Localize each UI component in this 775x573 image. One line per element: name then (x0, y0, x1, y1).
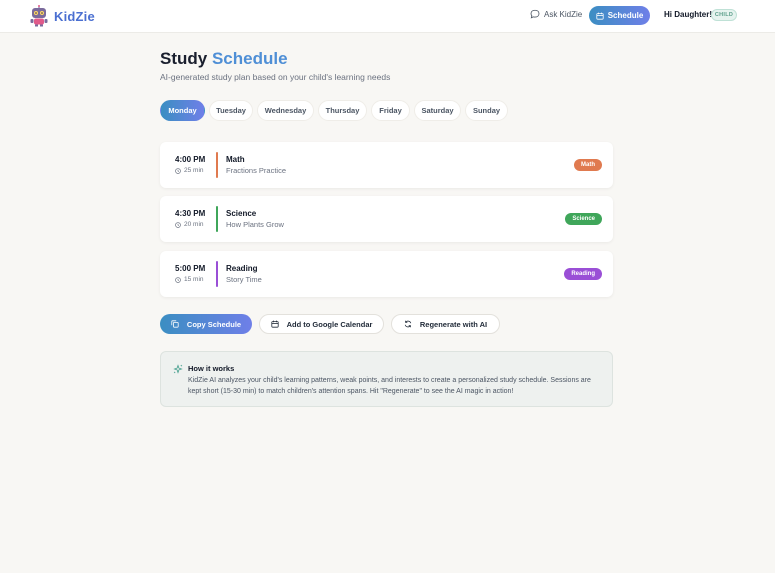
session-time: 4:00 PM (175, 155, 206, 164)
regenerate-with-ai-label: Regenerate with AI (419, 319, 488, 329)
tab-wednesday[interactable]: Wednesday (257, 100, 314, 121)
clock-icon (175, 167, 181, 174)
copy-icon (171, 320, 179, 328)
page-title-main: Study (160, 49, 208, 68)
refresh-icon (404, 320, 412, 328)
brand-name: KidZie (54, 8, 95, 24)
copy-schedule-label: Copy Schedule (186, 319, 242, 329)
user-greeting: Hi Daughter! (664, 10, 712, 19)
regenerate-with-ai-button[interactable]: Regenerate with AI (391, 314, 500, 334)
tab-thursday[interactable]: Thursday (318, 100, 367, 121)
add-to-google-calendar-label: Add to Google Calendar (286, 319, 373, 329)
subject-color-bar (216, 261, 218, 287)
robot-logo-icon (30, 5, 48, 27)
chat-bubble-icon (530, 9, 540, 19)
calendar-icon (270, 320, 279, 328)
sparkles-icon (173, 364, 183, 374)
tab-sunday[interactable]: Sunday (465, 100, 508, 121)
how-it-works-panel: How it works KidZie AI analyzes your chi… (160, 351, 613, 407)
session-subject: Math (226, 155, 245, 164)
schedule-nav-label: Schedule (607, 11, 644, 20)
subject-color-bar (216, 152, 218, 178)
session-duration-label: 25 min (184, 167, 204, 174)
how-it-works-body: KidZie AI analyzes your child's learning… (188, 377, 591, 395)
ask-kidzie-label: Ask KidZie (544, 9, 583, 19)
calendar-icon (596, 12, 604, 20)
tab-tuesday[interactable]: Tuesday (209, 100, 253, 121)
ask-kidzie-link[interactable]: Ask KidZie (530, 9, 582, 19)
tab-monday[interactable]: Monday (160, 100, 205, 121)
session-topic: Fractions Practice (226, 166, 287, 175)
session-subject: Science (226, 209, 257, 218)
tab-friday[interactable]: Friday (371, 100, 410, 121)
subject-tag: Science (565, 213, 602, 225)
clock-icon (175, 276, 181, 283)
copy-schedule-button[interactable]: Copy Schedule (160, 314, 252, 334)
session-time: 5:00 PM (175, 264, 206, 273)
session-time: 4:30 PM (175, 209, 206, 218)
session-subject: Reading (226, 264, 258, 273)
tab-saturday[interactable]: Saturday (414, 100, 461, 121)
session-card-science[interactable]: 4:30 PM 20 min Science How Plants Grow S… (160, 196, 613, 242)
page-title-accent: Schedule (211, 49, 288, 68)
session-card-reading[interactable]: 5:00 PM 15 min Reading Story Time Readin… (160, 251, 613, 297)
session-topic: How Plants Grow (226, 220, 284, 229)
schedule-nav-button[interactable]: Schedule (589, 6, 650, 25)
session-duration: 20 min (175, 221, 204, 228)
session-duration: 15 min (175, 276, 204, 283)
session-duration-label: 20 min (184, 221, 204, 228)
session-card-math[interactable]: 4:00 PM 25 min Math Fractions Practice M… (160, 142, 613, 188)
page-subtitle: AI-generated study plan based on your ch… (160, 72, 391, 82)
brand-home-link[interactable]: KidZie (30, 5, 95, 27)
session-duration-label: 15 min (184, 276, 204, 283)
how-it-works-heading: How it works (188, 364, 235, 373)
session-topic: Story Time (226, 275, 262, 284)
page-title: Study Schedule (160, 49, 288, 69)
clock-icon (175, 221, 181, 228)
subject-tag: Reading (564, 268, 602, 280)
top-navbar: KidZie Ask KidZie Schedule Hi Daughter! … (0, 0, 775, 33)
subject-color-bar (216, 206, 218, 232)
role-badge: CHILD (711, 9, 737, 21)
subject-tag: Math (574, 159, 602, 171)
session-duration: 25 min (175, 167, 204, 174)
add-to-google-calendar-button[interactable]: Add to Google Calendar (259, 314, 384, 334)
